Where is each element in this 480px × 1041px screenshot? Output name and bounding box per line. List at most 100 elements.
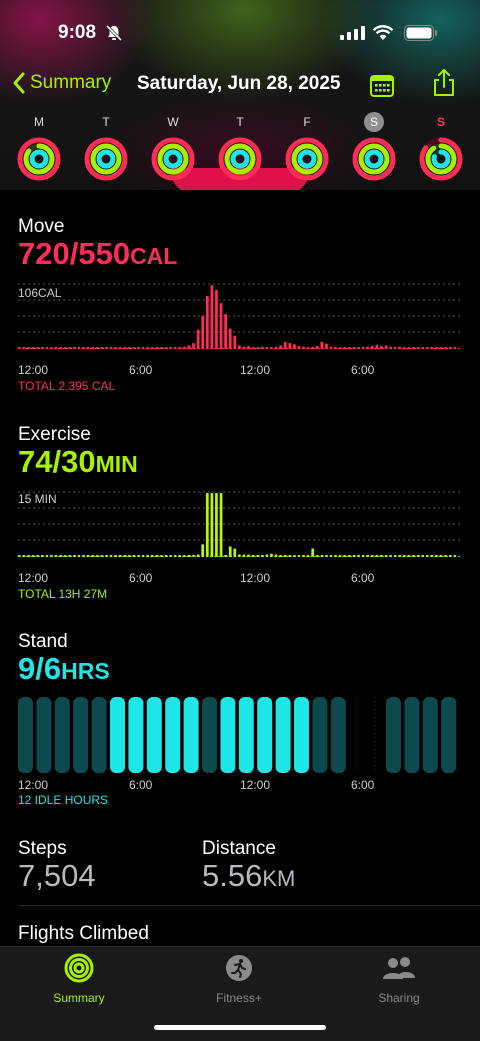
bar (375, 344, 379, 349)
bar (297, 345, 301, 349)
day-3[interactable]: T (215, 112, 265, 182)
bar (416, 555, 420, 557)
bar (91, 555, 95, 557)
bar (169, 347, 172, 349)
steps-title: Steps (18, 838, 67, 859)
day-label: F (303, 115, 311, 129)
bar (302, 555, 305, 557)
bar (260, 554, 264, 557)
bar (100, 347, 104, 349)
day-2[interactable]: W (148, 112, 198, 182)
bar (31, 347, 35, 349)
day-6[interactable]: S (416, 112, 466, 182)
distance-value-number: 5.56 (202, 858, 263, 893)
bar (288, 342, 292, 349)
bar (100, 555, 104, 557)
idle-hour-bar (202, 697, 217, 773)
bar (361, 346, 365, 349)
bar (86, 347, 90, 349)
activity-rings-icon (17, 137, 61, 181)
bar (251, 554, 255, 557)
bar (164, 555, 168, 557)
bar (238, 554, 241, 557)
bar (201, 544, 205, 557)
tab-sharing[interactable]: Sharing (339, 953, 459, 1005)
bar (178, 555, 182, 557)
distance-value: 5.56KM (202, 858, 295, 894)
exercise-x-label-4: 6:00 (351, 571, 375, 585)
bar (416, 347, 420, 349)
tab-summary-label: Summary (53, 991, 105, 1005)
bar (274, 554, 278, 557)
bar (114, 555, 117, 557)
bar (357, 347, 360, 349)
bar (430, 555, 434, 557)
bar (384, 555, 388, 557)
navigation-bar: Summary Saturday, Jun 28, 2025 (0, 68, 480, 102)
fitness-plus-runner-icon (226, 955, 252, 981)
bar (444, 555, 447, 557)
bar (155, 347, 159, 349)
bar (435, 555, 438, 557)
bar (50, 555, 53, 557)
bar (398, 555, 402, 557)
bar (160, 347, 163, 349)
stand-value-number: 9/6 (18, 651, 62, 686)
exercise-x-label-1: 12:00 (18, 571, 49, 585)
bar (430, 347, 434, 349)
activity-rings-icon (218, 137, 262, 181)
move-x-label-2: 6:00 (129, 363, 153, 377)
bar (393, 555, 397, 557)
move-x-label-4: 6:00 (351, 363, 375, 377)
bar (293, 555, 296, 557)
bar (73, 347, 76, 349)
day-5[interactable]: S (349, 112, 399, 182)
battery-icon (404, 25, 437, 41)
bar (36, 347, 40, 349)
day-4[interactable]: F (282, 112, 332, 182)
bar (279, 554, 282, 557)
ring-progress (297, 149, 317, 169)
bar (91, 347, 95, 349)
bar (306, 555, 310, 557)
tab-summary[interactable]: Summary (19, 953, 139, 1005)
bar (40, 555, 44, 557)
bar (219, 493, 223, 557)
stand-hour-bar (128, 697, 144, 773)
bar (421, 555, 425, 557)
tab-fitness-plus[interactable]: Fitness+ (179, 953, 299, 1005)
back-button[interactable]: Summary (12, 72, 111, 94)
bar (325, 555, 328, 557)
bar (105, 555, 108, 557)
bar (242, 554, 246, 557)
bar (63, 555, 67, 557)
bar (380, 345, 383, 349)
ring-progress (364, 149, 384, 169)
bar (233, 548, 237, 557)
bar (448, 555, 452, 557)
day-0[interactable]: M (14, 112, 64, 182)
ring-progress (29, 149, 49, 169)
bar (164, 347, 168, 349)
section-divider (18, 905, 480, 906)
bar (86, 555, 90, 557)
bar (109, 347, 113, 349)
idle-hour-bar (54, 697, 70, 773)
calendar-button[interactable] (369, 72, 395, 98)
day-1[interactable]: T (81, 112, 131, 182)
bar (123, 347, 127, 349)
idle-hour-bar (312, 697, 328, 773)
chevron-left-icon (13, 72, 25, 94)
bar (352, 555, 356, 557)
bar (425, 555, 429, 557)
bar (425, 347, 429, 349)
share-button[interactable] (431, 68, 457, 98)
bar (105, 347, 108, 349)
bar (439, 347, 443, 349)
bar (82, 555, 85, 557)
stand-chart (18, 697, 457, 773)
bar (219, 303, 223, 349)
stand-hour-bar (257, 697, 273, 773)
silent-bell-icon (105, 24, 123, 42)
bar (173, 347, 177, 349)
